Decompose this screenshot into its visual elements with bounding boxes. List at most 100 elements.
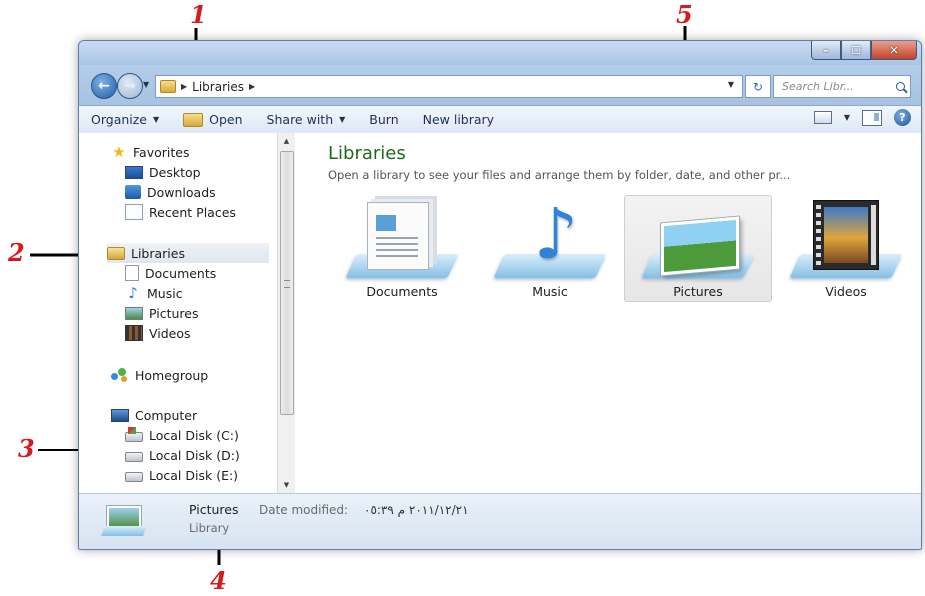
address-bar[interactable]: ▶ Libraries ▶ ▼ [155, 75, 743, 98]
details-date-value: ٢٠١١/١٢/٢١ م ٠٥:٣٩ [364, 503, 469, 517]
library-music[interactable]: ♪ Music [476, 195, 624, 302]
scroll-down-icon[interactable]: ▼ [278, 477, 295, 493]
page-title: Libraries [328, 143, 406, 164]
downloads-icon [125, 185, 141, 199]
help-icon[interactable]: ? [894, 109, 911, 126]
open-label: Open [209, 112, 243, 127]
nav-label: Local Disk (E:) [149, 467, 239, 483]
maximize-button[interactable]: ☐ [841, 41, 871, 60]
annotation-4: 4 [210, 566, 227, 595]
nav-music[interactable]: ♪ Music [125, 283, 183, 303]
nav-desktop[interactable]: Desktop [125, 162, 201, 182]
view-controls: ▼ ? [813, 109, 911, 126]
nav-label: Documents [145, 265, 217, 281]
title-bar[interactable]: – ☐ ✕ [79, 41, 921, 65]
desktop-icon [125, 165, 143, 179]
breadcrumb-separator-icon[interactable]: ▶ [181, 82, 187, 91]
system-disk-icon [125, 427, 143, 442]
library-label: Videos [825, 284, 867, 299]
pictures-icon [661, 216, 739, 276]
nav-documents[interactable]: Documents [125, 263, 216, 283]
annotation-1: 1 [190, 0, 207, 29]
nav-label: Videos [149, 325, 191, 341]
explorer-window: – ☐ ✕ ← → ▼ ▶ Libraries ▶ ▼ ↻ Organize ▼… [78, 40, 922, 550]
nav-favorites[interactable]: ★ Favorites [111, 142, 189, 162]
preview-pane-icon[interactable] [862, 109, 882, 126]
address-row: ← → ▼ ▶ Libraries ▶ ▼ ↻ [79, 65, 921, 105]
nav-label: Libraries [131, 245, 185, 261]
film-strip-icon [813, 200, 879, 270]
nav-libraries[interactable]: Libraries [107, 243, 269, 263]
breadcrumb-separator-icon[interactable]: ▶ [249, 82, 255, 91]
grip-icon [284, 280, 290, 288]
recent-places-icon [125, 204, 143, 220]
open-button[interactable]: Open [171, 109, 254, 131]
homegroup-icon [111, 368, 129, 382]
open-folder-icon [183, 112, 204, 127]
pictures-library-icon [103, 504, 145, 538]
breadcrumb-libraries[interactable]: Libraries [192, 80, 244, 94]
minimize-button[interactable]: – [811, 41, 841, 60]
music-note-icon: ♪ [128, 284, 138, 302]
nav-homegroup[interactable]: Homegroup [111, 365, 208, 385]
refresh-button[interactable]: ↻ [745, 75, 771, 98]
nav-videos[interactable]: Videos [125, 323, 191, 343]
library-label: Music [532, 284, 568, 299]
nav-label: Local Disk (C:) [149, 427, 239, 443]
navigation-scrollbar[interactable]: ▲ ▼ [277, 133, 295, 493]
nav-downloads[interactable]: Downloads [125, 182, 216, 202]
film-strip-icon [125, 325, 143, 341]
nav-label: Computer [135, 407, 198, 423]
chevron-down-icon: ▼ [153, 115, 160, 124]
nav-label: Downloads [147, 184, 216, 200]
hard-disk-icon [125, 452, 143, 462]
scroll-up-icon[interactable]: ▲ [278, 133, 295, 149]
hard-disk-icon [125, 472, 143, 482]
back-button[interactable]: ← [91, 73, 117, 99]
page-description: Open a library to see your files and arr… [328, 168, 791, 182]
chevron-down-icon: ▼ [339, 115, 346, 124]
details-type: Library [189, 521, 230, 535]
search-box[interactable] [773, 75, 911, 98]
address-history-dropdown-icon[interactable]: ▼ [728, 80, 734, 89]
nav-label: Pictures [149, 305, 199, 321]
nav-label: Local Disk (D:) [149, 447, 240, 463]
nav-pictures[interactable]: Pictures [125, 303, 199, 323]
documents-icon [125, 265, 139, 281]
documents-icon [367, 202, 429, 270]
navigation-pane: ★ Favorites Desktop Downloads Recent Pla… [79, 133, 298, 493]
scrollbar-thumb[interactable] [280, 151, 294, 415]
view-options-dropdown-icon[interactable]: ▼ [844, 113, 850, 122]
new-library-button[interactable]: New library [411, 109, 506, 131]
nav-computer[interactable]: Computer [111, 405, 197, 425]
nav-local-disk-e[interactable]: Local Disk (E:) [125, 465, 238, 485]
libraries-icon [107, 246, 125, 260]
burn-button[interactable]: Burn [357, 109, 410, 131]
library-pictures[interactable]: Pictures [624, 195, 772, 302]
library-documents[interactable]: Documents [328, 195, 476, 302]
organize-button[interactable]: Organize ▼ [79, 109, 171, 131]
nav-label: Music [147, 285, 183, 301]
share-with-label: Share with [266, 112, 334, 127]
details-name: Pictures [189, 502, 239, 517]
forward-button[interactable]: → [117, 73, 143, 99]
close-button[interactable]: ✕ [871, 41, 917, 60]
window-controls: – ☐ ✕ [811, 41, 917, 60]
nav-label: Recent Places [149, 204, 236, 220]
annotation-3: 3 [18, 434, 35, 463]
nav-local-disk-c[interactable]: Local Disk (C:) [125, 425, 239, 445]
details-date-label: Date modified: [259, 503, 349, 517]
search-input[interactable] [780, 79, 896, 94]
share-with-button[interactable]: Share with ▼ [255, 109, 358, 131]
recent-pages-dropdown-icon[interactable]: ▼ [143, 80, 151, 90]
change-view-icon[interactable] [813, 111, 832, 124]
nav-recent-places[interactable]: Recent Places [125, 202, 236, 222]
library-videos[interactable]: Videos [772, 195, 920, 302]
annotation-5: 5 [676, 0, 693, 29]
nav-label: Desktop [149, 164, 201, 180]
nav-label: Favorites [133, 144, 190, 160]
organize-label: Organize [91, 112, 147, 127]
computer-icon [111, 408, 129, 422]
search-icon[interactable] [896, 81, 906, 92]
nav-local-disk-d[interactable]: Local Disk (D:) [125, 445, 240, 465]
